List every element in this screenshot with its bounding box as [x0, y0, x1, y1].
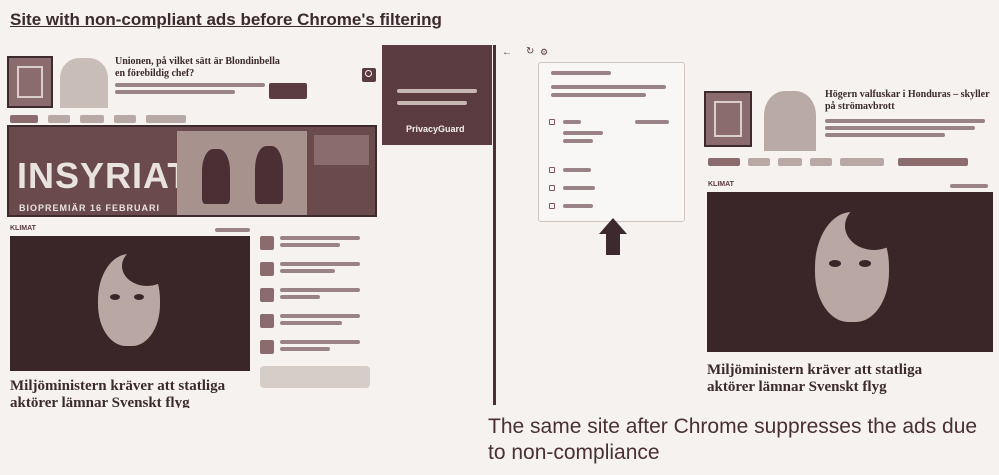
- teaser-line: [825, 126, 975, 130]
- teaser-line: [825, 133, 945, 137]
- author-photo: [60, 58, 108, 108]
- gear-icon: [549, 203, 555, 209]
- cookie-icon: [549, 167, 555, 173]
- search-icon: [365, 70, 372, 77]
- nav-item[interactable]: [778, 158, 802, 166]
- menu-item-settings[interactable]: [547, 183, 677, 193]
- menu-item-more[interactable]: [547, 201, 677, 211]
- menu-item-cookies[interactable]: [547, 165, 677, 175]
- banner-logo: [314, 135, 369, 165]
- menu-item-ads[interactable]: [547, 117, 677, 127]
- section-meta: [950, 184, 988, 188]
- nav-item[interactable]: [708, 158, 740, 166]
- browser-toolbar: ← ↻ ⚙: [500, 45, 690, 59]
- banner-photo: [177, 131, 307, 215]
- before-heading: Site with non-compliant ads before Chrom…: [10, 10, 442, 29]
- nav-cta[interactable]: [898, 158, 968, 166]
- list-thumb: [260, 340, 274, 354]
- list-thumb: [260, 314, 274, 328]
- list-item[interactable]: [260, 314, 370, 328]
- comparison-divider: [493, 45, 496, 405]
- nav-item[interactable]: [810, 158, 832, 166]
- site-logo[interactable]: [7, 56, 53, 108]
- teaser-line: [115, 90, 235, 94]
- side-list: [260, 236, 370, 354]
- nav-item[interactable]: [48, 115, 70, 123]
- reload-icon[interactable]: ↻: [526, 46, 534, 57]
- main-headline[interactable]: Miljöministern kräver att statliga aktör…: [10, 378, 240, 408]
- top-headline[interactable]: Högern valfuskar i Honduras – skyller på…: [825, 89, 995, 113]
- nav-bar: [10, 115, 370, 123]
- teaser-line: [825, 119, 985, 123]
- back-arrow-icon[interactable]: ←: [502, 47, 512, 58]
- settings-icon: [549, 185, 555, 191]
- subscribe-button[interactable]: [269, 83, 307, 99]
- nav-item[interactable]: [840, 158, 884, 166]
- section-label: KLIMAT: [10, 225, 36, 232]
- menu-desc: [551, 85, 666, 89]
- ads-icon: [549, 119, 555, 125]
- list-thumb: [260, 262, 274, 276]
- list-item[interactable]: [260, 236, 370, 250]
- main-article-image[interactable]: [707, 192, 993, 352]
- site-info-icon[interactable]: ⚙: [540, 47, 548, 58]
- menu-note: [563, 139, 593, 143]
- main-article-image[interactable]: [10, 236, 250, 371]
- search-button[interactable]: [362, 68, 376, 82]
- teaser-line: [115, 83, 265, 87]
- top-headline[interactable]: Unionen, på vilket sätt är Blondinbella …: [115, 56, 285, 80]
- menu-note: [563, 131, 603, 135]
- list-item[interactable]: [260, 288, 370, 302]
- after-heading: The same site after Chrome suppresses th…: [488, 415, 978, 464]
- menu-desc: [551, 93, 646, 97]
- popup-brand: PrivacyGuard: [406, 124, 465, 134]
- section-label: KLIMAT: [708, 181, 734, 188]
- menu-title: [551, 71, 611, 75]
- site-settings-menu: [538, 62, 685, 222]
- nav-item[interactable]: [10, 115, 38, 123]
- author-photo: [764, 91, 816, 151]
- nav-item[interactable]: [146, 115, 186, 123]
- main-headline[interactable]: Miljöministern kräver att statliga aktör…: [707, 362, 967, 396]
- up-arrow-icon: [599, 218, 627, 234]
- popup-line: [397, 101, 467, 105]
- left-site: Unionen, på vilket sätt är Blondinbella …: [0, 40, 492, 410]
- nav-item[interactable]: [114, 115, 136, 123]
- ad-banner[interactable]: INSYRIATED BIOPREMIÄR 16 FEBRUARI: [7, 125, 377, 217]
- nav-item[interactable]: [80, 115, 104, 123]
- list-item[interactable]: [260, 262, 370, 276]
- nav-bar: [708, 158, 998, 166]
- site-logo[interactable]: [704, 91, 752, 147]
- list-thumb: [260, 288, 274, 302]
- banner-subtitle: BIOPREMIÄR 16 FEBRUARI: [19, 203, 161, 213]
- nav-item[interactable]: [748, 158, 770, 166]
- blurred-ad: [260, 366, 370, 388]
- up-arrow-stem: [606, 233, 620, 255]
- list-thumb: [260, 236, 274, 250]
- popup-line: [397, 89, 477, 93]
- list-item[interactable]: [260, 340, 370, 354]
- section-meta: [215, 228, 250, 232]
